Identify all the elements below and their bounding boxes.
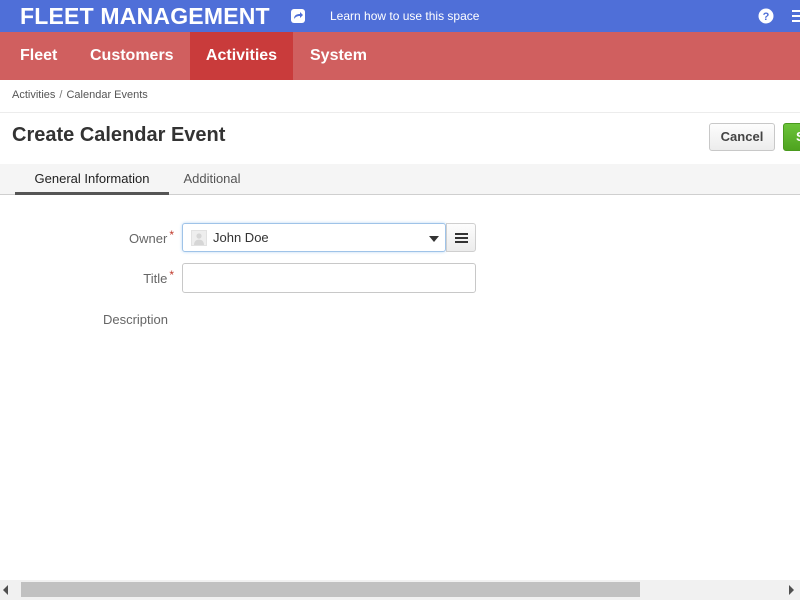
main-nav: Fleet Customers Activities System xyxy=(0,32,800,80)
breadcrumb-item-activities[interactable]: Activities xyxy=(12,89,55,101)
user-avatar-icon xyxy=(194,233,204,245)
divider xyxy=(0,112,800,113)
scroll-left-arrow-icon[interactable] xyxy=(3,585,8,595)
description-label: Description xyxy=(102,312,168,327)
share-arrow-icon[interactable] xyxy=(290,8,306,24)
required-mark: * xyxy=(169,268,174,282)
owner-value: John Doe xyxy=(213,230,269,245)
page-title: Create Calendar Event xyxy=(12,124,226,146)
title-label: Title * xyxy=(100,268,174,286)
menu-icon[interactable] xyxy=(792,10,800,22)
title-input[interactable] xyxy=(182,263,476,293)
scrollbar-thumb[interactable] xyxy=(21,582,640,597)
owner-select[interactable]: John Doe xyxy=(182,223,446,252)
save-button[interactable]: Save xyxy=(783,123,800,151)
svg-text:?: ? xyxy=(763,11,770,23)
nav-item-activities[interactable]: Activities xyxy=(190,32,293,80)
app-title[interactable]: FLEET MANAGEMENT xyxy=(20,3,270,30)
breadcrumb-separator: / xyxy=(59,89,63,101)
list-icon xyxy=(455,233,468,243)
tabs-bar: General Information Additional xyxy=(0,164,800,195)
required-mark: * xyxy=(169,228,174,242)
chevron-down-icon[interactable] xyxy=(429,236,439,242)
owner-label: Owner * xyxy=(100,228,174,246)
scroll-right-arrow-icon[interactable] xyxy=(789,585,794,595)
top-bar: FLEET MANAGEMENT Learn how to use this s… xyxy=(0,0,800,32)
avatar xyxy=(191,230,207,246)
title-label-text: Title xyxy=(143,271,168,286)
tab-general-information[interactable]: General Information xyxy=(15,164,169,195)
owner-list-button[interactable] xyxy=(446,223,476,252)
nav-item-fleet[interactable]: Fleet xyxy=(20,32,57,80)
horizontal-scrollbar[interactable] xyxy=(0,580,800,600)
learn-link[interactable]: Learn how to use this space xyxy=(330,9,479,23)
breadcrumb-item-calendar-events[interactable]: Calendar Events xyxy=(66,89,147,101)
nav-item-customers[interactable]: Customers xyxy=(90,32,174,80)
breadcrumb: Activities / Calendar Events xyxy=(12,89,148,101)
owner-label-text: Owner xyxy=(129,231,168,246)
nav-item-system[interactable]: System xyxy=(310,32,367,80)
help-icon[interactable]: ? xyxy=(758,8,774,24)
tab-additional[interactable]: Additional xyxy=(176,164,248,195)
cancel-button[interactable]: Cancel xyxy=(709,123,775,151)
